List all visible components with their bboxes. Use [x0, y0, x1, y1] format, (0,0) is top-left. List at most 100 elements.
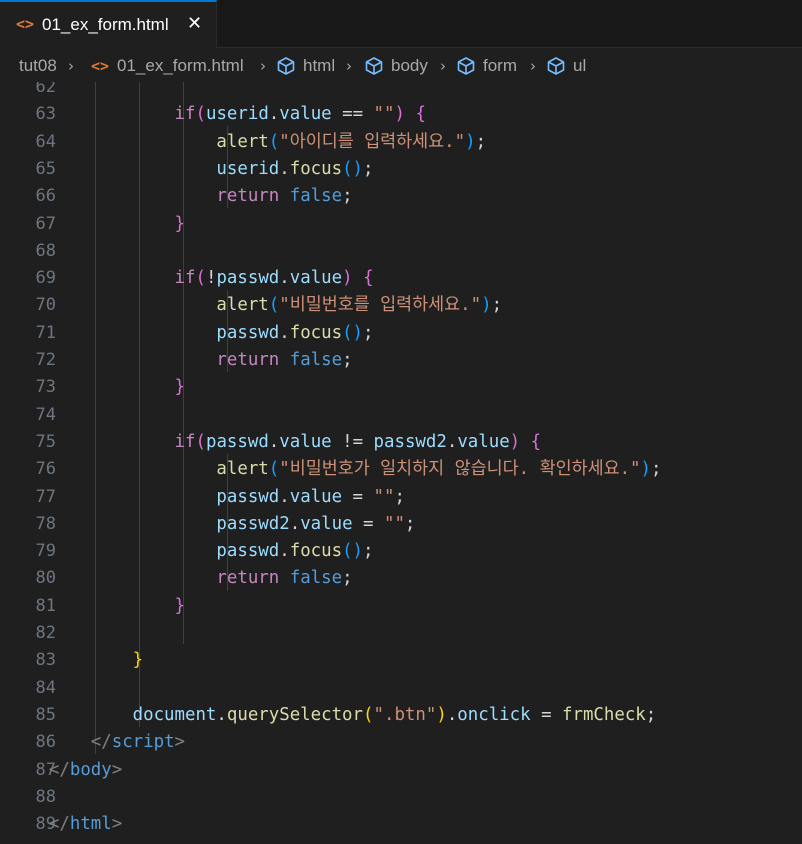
- code-token: ==: [331, 104, 374, 125]
- code-token: >: [111, 814, 123, 835]
- code-token: passwd: [216, 541, 280, 562]
- code-token: passwd: [216, 322, 280, 343]
- tab-01-ex-form-html[interactable]: <> 01_ex_form.html ✕: [0, 0, 217, 48]
- code-text: passwd.focus();: [7, 320, 373, 347]
- code-token: value: [279, 431, 332, 452]
- code-line[interactable]: 69 if(!passwd.value) {: [0, 265, 802, 292]
- code-token: }: [132, 650, 144, 671]
- code-text: }: [7, 593, 185, 620]
- code-token: (: [268, 295, 280, 316]
- code-line[interactable]: 70 alert("비밀번호를 입력하세요.");: [0, 292, 802, 319]
- code-text: return false;: [7, 565, 352, 592]
- code-token: .: [268, 104, 280, 125]
- code-token: "아이디를 입력하세요.": [279, 131, 466, 152]
- code-token: ".btn": [373, 704, 437, 725]
- code-line[interactable]: 81 }: [0, 593, 802, 620]
- code-line[interactable]: 65 userid.focus();: [0, 156, 802, 183]
- code-line[interactable]: 72 return false;: [0, 347, 802, 374]
- code-line[interactable]: 66 return false;: [0, 183, 802, 210]
- code-text: return false;: [7, 183, 352, 210]
- code-line[interactable]: 76 alert("비밀번호가 일치하지 않습니다. 확인하세요.");: [0, 456, 802, 483]
- breadcrumb-item-html[interactable]: html: [303, 55, 335, 77]
- code-line[interactable]: 80 return false;: [0, 565, 802, 592]
- code-token: false: [289, 186, 343, 207]
- breadcrumb-item-form[interactable]: form: [483, 55, 517, 77]
- breadcrumb: tut08 › <> 01_ex_form.html › html › body…: [0, 50, 802, 82]
- code-token: value: [300, 513, 353, 534]
- code-token: ;: [363, 158, 374, 179]
- code-text: alert("아이디를 입력하세요.");: [7, 129, 486, 156]
- code-token: }: [174, 595, 186, 616]
- code-line[interactable]: 62: [0, 82, 802, 101]
- code-token: .: [279, 322, 290, 343]
- chevron-right-icon: ›: [260, 57, 266, 75]
- code-token: (: [195, 268, 206, 289]
- tab-bar: <> 01_ex_form.html ✕: [0, 0, 802, 48]
- code-token: ): [465, 131, 476, 152]
- code-token: "비밀번호가 일치하지 않습니다. 확인하세요.": [279, 459, 641, 480]
- code-token: (: [195, 431, 206, 452]
- line-number: 82: [35, 623, 56, 643]
- breadcrumb-item-body[interactable]: body: [391, 55, 428, 77]
- code-line[interactable]: 78 passwd2.value = "";: [0, 511, 802, 538]
- code-line[interactable]: 79 passwd.focus();: [0, 538, 802, 565]
- code-token: value: [289, 486, 343, 507]
- code-text: alert("비밀번호를 입력하세요.");: [7, 292, 502, 319]
- code-line[interactable]: 82: [0, 620, 802, 647]
- code-text: passwd2.value = "";: [7, 511, 415, 538]
- code-token: .: [446, 704, 458, 725]
- code-token: value: [279, 104, 332, 125]
- code-line[interactable]: 77 passwd.value = "";: [0, 484, 802, 511]
- code-token: script: [111, 732, 175, 753]
- code-editor[interactable]: 62 63 if(userid.value == "") {64 alert("아…: [0, 82, 802, 844]
- code-text: passwd.value = "";: [7, 484, 405, 511]
- code-token: ): [394, 104, 405, 125]
- code-line[interactable]: 74: [0, 402, 802, 429]
- code-line[interactable]: 63 if(userid.value == "") {: [0, 101, 802, 128]
- code-token: </: [90, 732, 112, 753]
- breadcrumb-item-file[interactable]: 01_ex_form.html: [117, 55, 244, 77]
- code-token: alert: [216, 295, 269, 316]
- code-token: .: [268, 431, 280, 452]
- breadcrumb-item-tut08[interactable]: tut08: [19, 55, 57, 77]
- code-line[interactable]: 67 }: [0, 211, 802, 238]
- code-line[interactable]: 89 </html>: [0, 811, 802, 838]
- code-token: </: [48, 759, 70, 780]
- code-token: "": [383, 513, 405, 534]
- close-icon[interactable]: ✕: [187, 13, 202, 35]
- code-line[interactable]: 87 </body>: [0, 757, 802, 784]
- breadcrumb-item-ul[interactable]: ul: [573, 55, 586, 77]
- code-line[interactable]: 75 if(passwd.value != passwd2.value) {: [0, 429, 802, 456]
- code-line[interactable]: 86 </script>: [0, 729, 802, 756]
- code-token: return: [216, 350, 280, 370]
- code-token: ;: [342, 350, 353, 370]
- code-line[interactable]: 84: [0, 675, 802, 702]
- code-text: if(passwd.value != passwd2.value) {: [7, 429, 542, 456]
- chevron-right-icon: ›: [530, 57, 536, 75]
- code-token: ;: [394, 486, 405, 507]
- code-token: ): [509, 431, 521, 452]
- code-token: onclick: [457, 704, 531, 725]
- code-token: false: [289, 350, 343, 370]
- code-line[interactable]: 85 document.querySelector(".btn").onclic…: [0, 702, 802, 729]
- code-token: value: [289, 268, 343, 289]
- code-token: (: [195, 104, 206, 125]
- code-token: ;: [491, 295, 503, 316]
- code-line[interactable]: 83 }: [0, 647, 802, 674]
- code-line[interactable]: 64 alert("아이디를 입력하세요.");: [0, 129, 802, 156]
- code-token: {: [530, 431, 542, 452]
- code-token: false: [289, 568, 343, 589]
- code-line[interactable]: 71 passwd.focus();: [0, 320, 802, 347]
- code-line[interactable]: 73 }: [0, 374, 802, 401]
- code-line[interactable]: 88: [0, 784, 802, 811]
- line-number: 74: [35, 404, 56, 425]
- code-token: .: [279, 268, 290, 289]
- code-token: }: [174, 377, 186, 398]
- code-line[interactable]: 68: [0, 238, 802, 265]
